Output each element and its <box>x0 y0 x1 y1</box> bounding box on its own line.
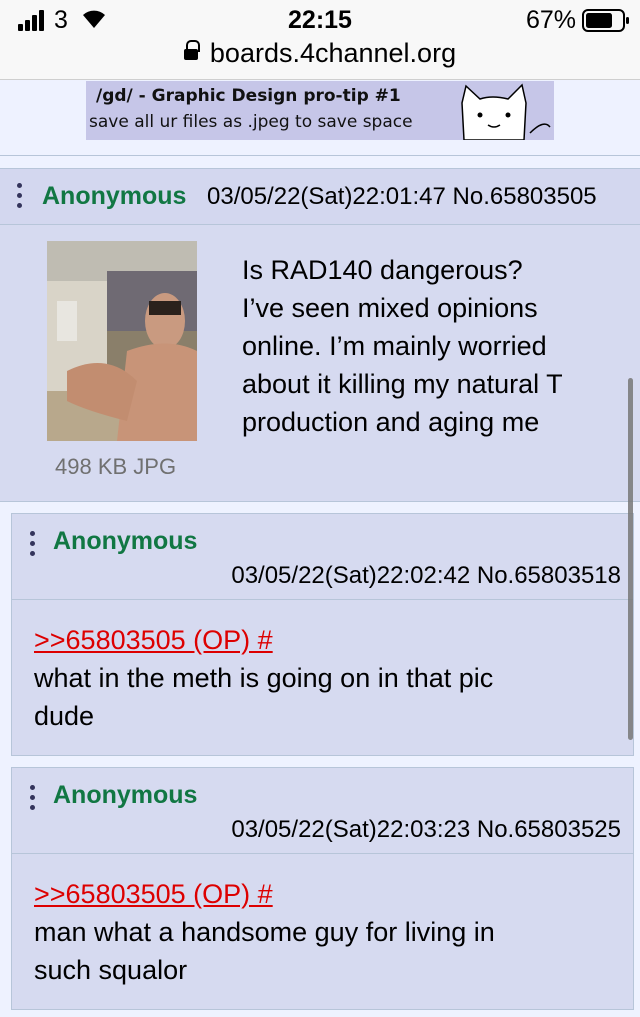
address-bar[interactable]: boards.4channel.org <box>0 38 640 69</box>
poster-name: Anonymous <box>53 781 198 809</box>
post-header: Anonymous 03/05/22(Sat)22:02:42 No.65803… <box>12 514 633 600</box>
poster-name: Anonymous <box>53 527 198 555</box>
banner-title: /gd/ - Graphic Design pro-tip #1 <box>96 86 401 106</box>
menu-dots-icon[interactable] <box>30 531 36 559</box>
quote-link[interactable]: >>65803505 (OP) # <box>34 879 273 910</box>
reply-text: man what a handsome guy for living in su… <box>34 913 614 989</box>
post-datetime[interactable]: 03/05/22(Sat)22:02:42 No.65803518 <box>231 562 621 590</box>
cat-mascot-icon <box>452 81 554 140</box>
divider <box>0 155 640 156</box>
op-post: Anonymous 03/05/22(Sat)22:01:47 No.65803… <box>0 168 640 502</box>
post-datetime[interactable]: 03/05/22(Sat)22:01:47 No.65803505 <box>207 183 597 211</box>
battery-icon <box>582 9 629 32</box>
post-line: about it killing my natural T <box>242 369 563 399</box>
post-line: I’ve seen mixed opinions <box>242 293 538 323</box>
post-thumbnail[interactable] <box>47 241 197 441</box>
banner-tip: save all ur files as .jpeg to save space <box>89 112 413 132</box>
status-bar: 3 22:15 67% boards.4channel.org <box>0 0 640 80</box>
reply-line: what in the meth is going on in that pic <box>34 663 494 693</box>
url-text: boards.4channel.org <box>209 38 457 68</box>
post-body: Is RAD140 dangerous? I’ve seen mixed opi… <box>242 251 622 441</box>
reply-line: such squalor <box>34 955 188 985</box>
reply-line: dude <box>34 701 95 731</box>
menu-dots-icon[interactable] <box>30 785 36 813</box>
post-line: Is RAD140 dangerous? <box>242 255 523 285</box>
scrollbar[interactable] <box>628 378 633 740</box>
post-line: online. I’m mainly worried <box>242 331 547 361</box>
reply-post: Anonymous 03/05/22(Sat)22:03:23 No.65803… <box>11 767 634 1010</box>
file-info: 498 KB JPG <box>55 454 177 479</box>
post-header: Anonymous 03/05/22(Sat)22:03:23 No.65803… <box>12 768 633 854</box>
menu-dots-icon[interactable] <box>17 183 23 211</box>
poster-name: Anonymous <box>42 182 187 210</box>
post-header: Anonymous 03/05/22(Sat)22:01:47 No.65803… <box>0 169 640 225</box>
battery-percent: 67% <box>526 6 577 34</box>
reply-text: what in the meth is going on in that pic… <box>34 659 614 735</box>
reply-post: Anonymous 03/05/22(Sat)22:02:42 No.65803… <box>11 513 634 756</box>
reply-line: man what a handsome guy for living in <box>34 917 495 947</box>
lock-icon <box>183 40 200 63</box>
post-line: production and aging me <box>242 407 540 437</box>
post-datetime[interactable]: 03/05/22(Sat)22:03:23 No.65803525 <box>231 816 621 844</box>
quote-link[interactable]: >>65803505 (OP) # <box>34 625 273 656</box>
